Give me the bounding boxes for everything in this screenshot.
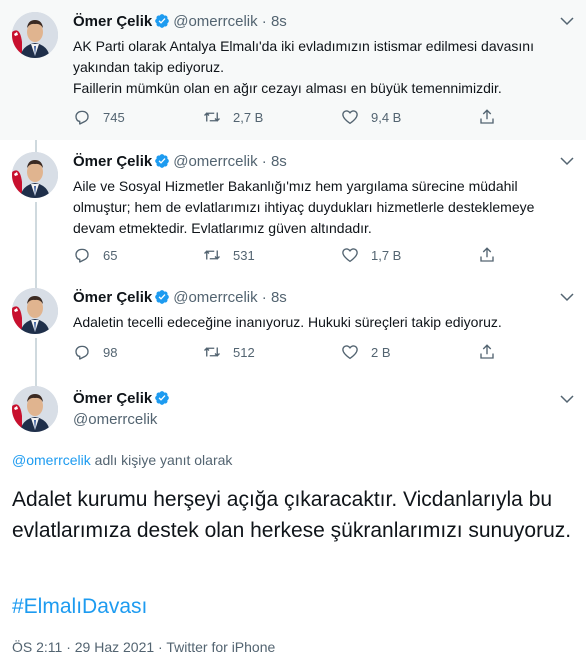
reply-button[interactable]: 745: [73, 108, 125, 126]
chevron-down-icon[interactable]: [558, 152, 576, 170]
hashtag-link[interactable]: #ElmalıDavası: [12, 595, 147, 619]
author-handle[interactable]: @omerrcelik: [73, 411, 157, 428]
heart-icon: [342, 345, 358, 360]
author-name[interactable]: Ömer Çelik: [73, 390, 152, 407]
tweet-text: Aile ve Sosyal Hizmetler Bakanlığı'mız h…: [73, 178, 535, 236]
author-name[interactable]: Ömer Çelik: [73, 289, 152, 306]
tweet-time[interactable]: 8s: [271, 289, 287, 306]
avatar[interactable]: [12, 288, 58, 334]
tweet-header: Ömer Çelik @omerrcelik · 8s: [73, 289, 287, 306]
reply-context: @omerrcelik adlı kişiye yanıt olarak: [12, 452, 233, 468]
tweet-actions: 745 2,7 B 9,4 B: [73, 108, 523, 128]
tweet-time[interactable]: 8s: [271, 13, 287, 30]
chevron-down-icon[interactable]: [558, 288, 576, 306]
share-button[interactable]: [478, 246, 508, 264]
verified-badge-icon: [154, 13, 170, 29]
avatar[interactable]: [12, 386, 58, 432]
tweet-time[interactable]: 8s: [271, 153, 287, 170]
author-handle[interactable]: @omerrcelik: [173, 13, 257, 30]
avatar[interactable]: [12, 12, 58, 58]
tweet-actions: 98 512 2 B: [73, 343, 523, 363]
retweet-icon: [204, 250, 220, 260]
tweet-text: Adaletin tecelli edeceğine inanıyoruz. H…: [73, 314, 502, 330]
reply-to-link[interactable]: @omerrcelik: [12, 452, 91, 468]
reply-icon: [75, 110, 89, 125]
main-tweet-text: Adalet kurumu herşeyi açığa çıkaracaktır…: [12, 488, 572, 542]
reply-button[interactable]: 65: [73, 246, 117, 264]
heart-icon: [342, 110, 358, 125]
like-button[interactable]: 9,4 B: [341, 108, 401, 126]
author-handle[interactable]: @omerrcelik: [173, 289, 257, 306]
chevron-down-icon[interactable]: [558, 12, 576, 30]
main-author-line: Ömer Çelik: [73, 390, 173, 408]
retweet-icon: [204, 112, 220, 122]
tweet[interactable]: Ömer Çelik @omerrcelik · 8s AK Parti olar…: [0, 0, 586, 140]
avatar[interactable]: [12, 152, 58, 198]
author-handle[interactable]: @omerrcelik: [173, 153, 257, 170]
reply-icon: [75, 345, 89, 360]
retweet-button[interactable]: 512: [203, 343, 255, 361]
share-icon: [480, 109, 494, 124]
tweet-header: Ömer Çelik @omerrcelik · 8s: [73, 13, 287, 30]
tweet[interactable]: Ömer Çelik @omerrcelik · 8s Aile ve Sosya…: [0, 140, 586, 276]
like-button[interactable]: 2 B: [341, 343, 391, 361]
verified-badge-icon: [154, 390, 170, 406]
author-name[interactable]: Ömer Çelik: [73, 153, 152, 170]
retweet-button[interactable]: 531: [203, 246, 255, 264]
reply-button[interactable]: 98: [73, 343, 117, 361]
tweet-text: AK Parti olarak Antalya Elmalı'da iki ev…: [73, 38, 534, 96]
share-icon: [480, 344, 494, 359]
tweet-meta[interactable]: ÖS 2:11 · 29 Haz 2021 · Twitter for iPho…: [12, 639, 275, 655]
chevron-down-icon[interactable]: [558, 390, 576, 408]
share-icon: [480, 247, 494, 262]
like-button[interactable]: 1,7 B: [341, 246, 401, 264]
heart-icon: [342, 248, 358, 263]
share-button[interactable]: [478, 108, 508, 126]
reply-icon: [75, 248, 89, 263]
verified-badge-icon: [154, 153, 170, 169]
tweet-header: Ömer Çelik @omerrcelik · 8s: [73, 153, 287, 170]
author-name[interactable]: Ömer Çelik: [73, 13, 152, 30]
verified-badge-icon: [154, 289, 170, 305]
retweet-icon: [204, 347, 220, 357]
retweet-button[interactable]: 2,7 B: [203, 108, 263, 126]
share-button[interactable]: [478, 343, 508, 361]
tweet[interactable]: Ömer Çelik @omerrcelik · 8s Adaletin tece…: [0, 276, 586, 376]
tweet-actions: 65 531 1,7 B: [73, 246, 523, 266]
